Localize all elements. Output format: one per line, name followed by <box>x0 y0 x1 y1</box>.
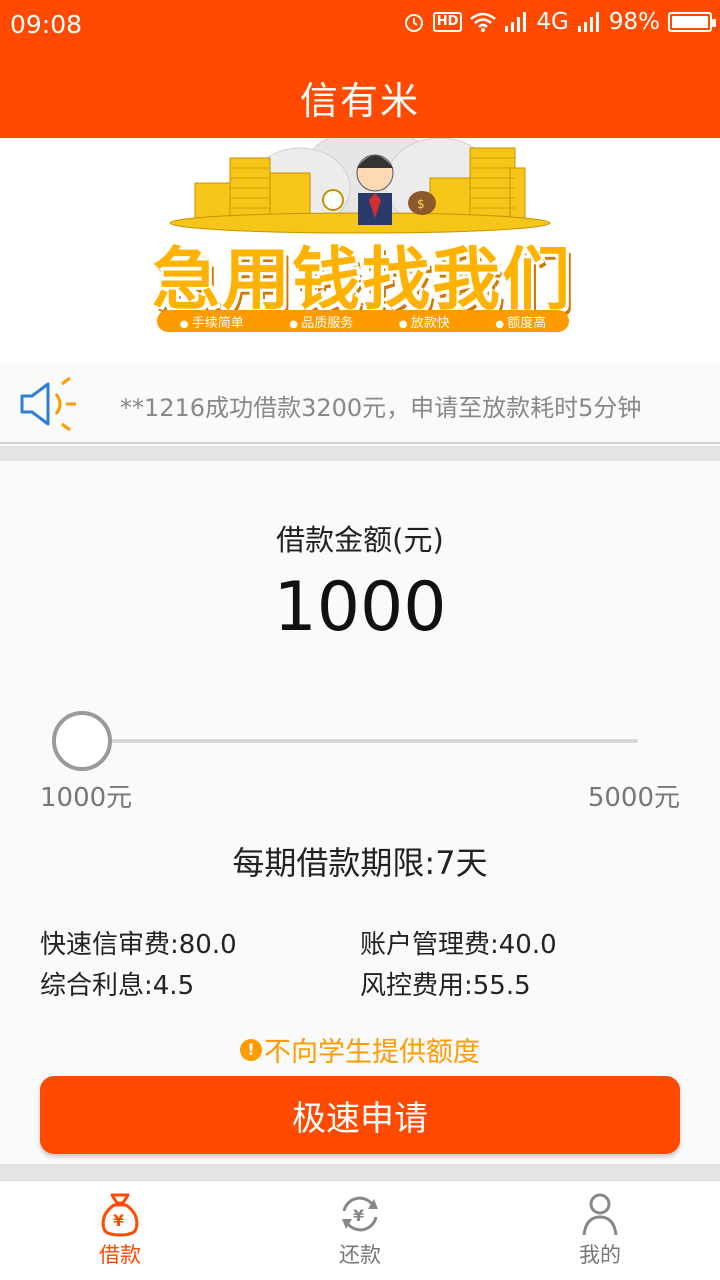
user-icon <box>582 1193 618 1236</box>
fee-item: 风控费用:55.5 <box>360 971 531 1001</box>
wifi-icon <box>470 12 497 32</box>
nav-label: 借款 <box>99 1243 141 1267</box>
status-bar: 09:08 HD 4G 98% <box>0 0 720 52</box>
money-bag-icon: ¥ <box>101 1193 139 1237</box>
range-max-label: 5000元 <box>587 783 680 813</box>
notice-text: **1216成功借款3200元，申请至放款耗时5分钟 <box>120 394 642 422</box>
svg-text:¥: ¥ <box>113 1211 124 1230</box>
divider <box>0 446 720 461</box>
warning-icon: ! <box>240 1038 262 1061</box>
banner-tag: 手续简单 <box>180 312 244 331</box>
fee-item: 账户管理费:40.0 <box>360 930 557 960</box>
promo-banner[interactable]: $ 急用钱找我们 手续简单 品质服务 放款快 额度高 <box>0 138 720 364</box>
alarm-icon <box>403 11 425 33</box>
amount-label: 借款金额(元) <box>276 523 444 557</box>
nav-tab-mine[interactable]: 我的 <box>480 1181 720 1280</box>
fee-item: 综合利息:4.5 <box>40 971 195 1001</box>
nav-tab-borrow[interactable]: ¥ 借款 <box>0 1181 240 1280</box>
banner-headline: 急用钱找我们 <box>152 241 573 320</box>
nav-label: 还款 <box>339 1243 381 1267</box>
warning-text: 不向学生提供额度 <box>264 1037 480 1068</box>
amount-slider-thumb[interactable] <box>52 711 112 771</box>
speaker-icon <box>20 376 76 432</box>
student-warning: ! 不向学生提供额度 <box>0 1030 720 1069</box>
signal-icon <box>504 12 528 32</box>
svg-text:¥: ¥ <box>353 1206 364 1225</box>
apply-button[interactable]: 极速申请 <box>40 1076 680 1154</box>
network-type: 4G <box>536 9 569 35</box>
amount-value: 1000 <box>273 568 447 647</box>
repay-cycle-icon: ¥ <box>342 1196 378 1232</box>
nav-label: 我的 <box>579 1243 621 1267</box>
nav-tab-repay[interactable]: ¥ 还款 <box>240 1181 480 1280</box>
loan-term: 每期借款期限:7天 <box>232 844 488 882</box>
bottom-nav: ¥ 借款 ¥ 还款 我的 <box>0 1180 720 1280</box>
signal-icon <box>577 12 601 32</box>
banner-tag: 放款快 <box>399 312 450 331</box>
status-time: 09:08 <box>10 10 83 39</box>
amount-slider-track[interactable] <box>82 739 638 743</box>
range-min-label: 1000元 <box>40 783 133 813</box>
fee-item: 快速信审费:80.0 <box>40 930 237 960</box>
battery-icon <box>668 12 716 32</box>
battery-percent: 98% <box>608 9 660 35</box>
divider <box>0 1164 720 1180</box>
banner-tag: 品质服务 <box>289 312 353 331</box>
status-icons: HD 4G 98% <box>403 9 716 35</box>
banner-tag: 额度高 <box>495 312 546 331</box>
top-bar: 09:08 HD 4G 98% 信有米 <box>0 0 720 138</box>
fee-list: 快速信审费:80.0 账户管理费:40.0 综合利息:4.5 风控费用:55.5 <box>40 924 700 1002</box>
hd-icon: HD <box>432 12 463 32</box>
svg-text:$: $ <box>417 197 425 211</box>
banner-tags: 手续简单 品质服务 放款快 额度高 <box>157 310 569 332</box>
notice-bar: **1216成功借款3200元，申请至放款耗时5分钟 <box>0 364 720 444</box>
page-title: 信有米 <box>299 79 420 123</box>
